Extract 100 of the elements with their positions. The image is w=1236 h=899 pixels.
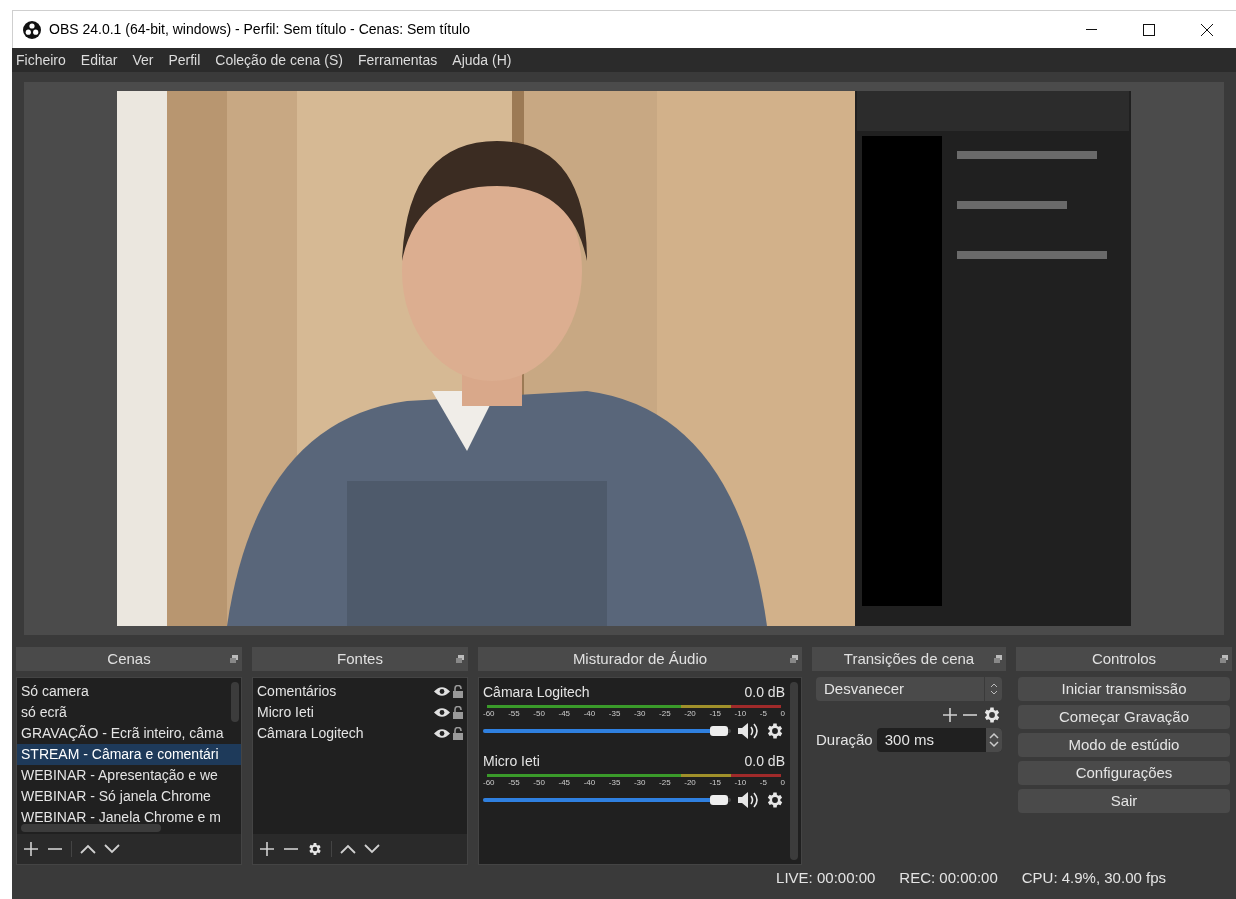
dock-title: Misturador de Áudio bbox=[572, 648, 708, 669]
meter-tick-label: -40 bbox=[583, 778, 596, 787]
dock-title: Fontes bbox=[337, 648, 383, 669]
menu-item[interactable]: Perfil bbox=[168, 49, 201, 71]
speaker-icon[interactable] bbox=[737, 791, 759, 809]
unlock-icon[interactable] bbox=[453, 706, 463, 719]
eye-icon[interactable] bbox=[434, 686, 450, 697]
channel-name: Micro Ieti bbox=[483, 752, 540, 771]
source-item[interactable]: Comentários bbox=[257, 681, 337, 702]
move-up-icon[interactable] bbox=[80, 844, 96, 854]
source-item[interactable]: Micro Ieti bbox=[257, 702, 314, 723]
vertical-scrollbar[interactable] bbox=[790, 682, 798, 860]
meter-tick-label: 0 bbox=[780, 709, 785, 718]
transition-dropdown[interactable]: Desvanecer bbox=[816, 677, 1002, 701]
add-icon[interactable] bbox=[23, 841, 39, 857]
meter-tick-label: -45 bbox=[558, 778, 571, 787]
meter-tick-label: -20 bbox=[684, 709, 696, 718]
cpu-usage: CPU: 4.9%, 30.00 fps bbox=[1021, 867, 1166, 888]
scene-item[interactable]: STREAM - Câmara e comentári bbox=[17, 744, 241, 765]
control-button[interactable]: Configurações bbox=[1018, 761, 1230, 785]
meter-tick-label: -20 bbox=[684, 778, 696, 787]
undock-icon[interactable] bbox=[994, 655, 1002, 663]
menu-item[interactable]: Ferramentas bbox=[357, 49, 438, 71]
undock-icon[interactable] bbox=[230, 655, 238, 663]
meter-tick-label: -10 bbox=[734, 778, 747, 787]
source-item[interactable]: Câmara Logitech bbox=[257, 723, 364, 744]
channel-reading: 0.0 dB bbox=[744, 683, 785, 702]
undock-icon[interactable] bbox=[790, 655, 798, 663]
unlock-icon[interactable] bbox=[453, 685, 463, 698]
scene-item[interactable]: Só camera bbox=[17, 681, 241, 702]
meter-tick-label: -15 bbox=[709, 778, 721, 787]
add-icon[interactable] bbox=[942, 707, 958, 723]
meter-tick-label: -60 bbox=[483, 778, 495, 787]
control-button[interactable]: Modo de estúdio bbox=[1018, 733, 1230, 757]
maximize-icon bbox=[1143, 23, 1155, 36]
eye-icon[interactable] bbox=[434, 707, 450, 718]
meter-tick-label: -50 bbox=[533, 709, 545, 718]
meter-tick-label: -30 bbox=[633, 778, 646, 787]
rec-time: REC: 00:00:00 bbox=[899, 867, 998, 888]
meter-tick-label: -15 bbox=[709, 709, 721, 718]
meter-tick-label: -25 bbox=[659, 778, 671, 787]
scene-item[interactable]: WEBINAR - Apresentação e we bbox=[17, 765, 241, 786]
settings-icon[interactable] bbox=[765, 721, 785, 741]
meter-tick-label: -60 bbox=[483, 709, 495, 718]
spinner-arrows-icon bbox=[989, 732, 999, 748]
meter-tick-label: -45 bbox=[558, 709, 571, 718]
meter-tick-label: -5 bbox=[759, 778, 767, 787]
move-up-icon[interactable] bbox=[340, 844, 356, 854]
scene-item[interactable]: WEBINAR - Só janela Chrome bbox=[17, 786, 241, 807]
scene-item[interactable]: só ecrã bbox=[17, 702, 241, 723]
volume-slider[interactable] bbox=[483, 793, 731, 807]
move-down-icon[interactable] bbox=[104, 844, 120, 854]
meter-tick-label: -35 bbox=[608, 778, 621, 787]
meter-tick-label: -30 bbox=[633, 709, 646, 718]
menu-item[interactable]: Ficheiro bbox=[16, 49, 66, 71]
scene-item[interactable]: WEBINAR - Janela Chrome e m bbox=[17, 807, 241, 828]
meter-tick-label: -55 bbox=[508, 778, 520, 787]
control-button[interactable]: Iniciar transmissão bbox=[1018, 677, 1230, 701]
close-icon bbox=[1201, 23, 1213, 36]
speaker-icon[interactable] bbox=[737, 722, 759, 740]
channel-name: Câmara Logitech bbox=[483, 683, 590, 702]
dock-title: Cenas bbox=[107, 648, 151, 669]
meter-tick-label: -25 bbox=[659, 709, 671, 718]
live-time: LIVE: 00:00:00 bbox=[776, 867, 876, 888]
volume-slider[interactable] bbox=[483, 724, 731, 738]
vertical-scrollbar[interactable] bbox=[231, 682, 239, 722]
unlock-icon[interactable] bbox=[453, 727, 463, 740]
scene-item[interactable]: GRAVAÇÃO - Ecrã inteiro, câma bbox=[17, 723, 241, 744]
horizontal-scrollbar[interactable] bbox=[21, 824, 161, 832]
meter-tick-label: 0 bbox=[780, 778, 785, 787]
menu-item[interactable]: Ajuda (H) bbox=[452, 49, 512, 71]
meter-tick-label: -35 bbox=[608, 709, 621, 718]
control-button[interactable]: Começar Gravação bbox=[1018, 705, 1230, 729]
meter-tick-label: -5 bbox=[759, 709, 767, 718]
slider-thumb[interactable] bbox=[709, 726, 728, 736]
meter-tick-label: -55 bbox=[508, 709, 520, 718]
duration-field[interactable]: 300 ms bbox=[876, 728, 1002, 752]
undock-icon[interactable] bbox=[1220, 655, 1228, 663]
duration-label: Duração bbox=[816, 729, 873, 750]
control-button[interactable]: Sair bbox=[1018, 789, 1230, 813]
channel-reading: 0.0 dB bbox=[744, 752, 785, 771]
dock-title: Controlos bbox=[1091, 648, 1157, 669]
window-title: OBS 24.0.1 (64-bit, windows) - Perfil: Sem título - Cenas: Sem título bbox=[49, 20, 470, 39]
meter-tick-label: -10 bbox=[734, 709, 747, 718]
minimize-icon bbox=[1085, 28, 1097, 31]
app-logo-icon bbox=[23, 20, 41, 39]
move-down-icon[interactable] bbox=[364, 844, 380, 854]
add-icon[interactable] bbox=[259, 841, 275, 857]
spinner-arrows-icon bbox=[989, 683, 998, 695]
menu-item[interactable]: Coleção de cena (S) bbox=[215, 49, 343, 71]
meter-tick-label: -50 bbox=[533, 778, 545, 787]
settings-icon[interactable] bbox=[982, 705, 1002, 725]
menu-item[interactable]: Editar bbox=[80, 49, 118, 71]
undock-icon[interactable] bbox=[456, 655, 464, 663]
settings-icon[interactable] bbox=[765, 790, 785, 810]
slider-thumb[interactable] bbox=[709, 795, 728, 805]
menu-item[interactable]: Ver bbox=[132, 49, 154, 71]
meter-tick-label: -40 bbox=[583, 709, 596, 718]
settings-icon[interactable] bbox=[307, 841, 323, 857]
eye-icon[interactable] bbox=[434, 728, 450, 739]
